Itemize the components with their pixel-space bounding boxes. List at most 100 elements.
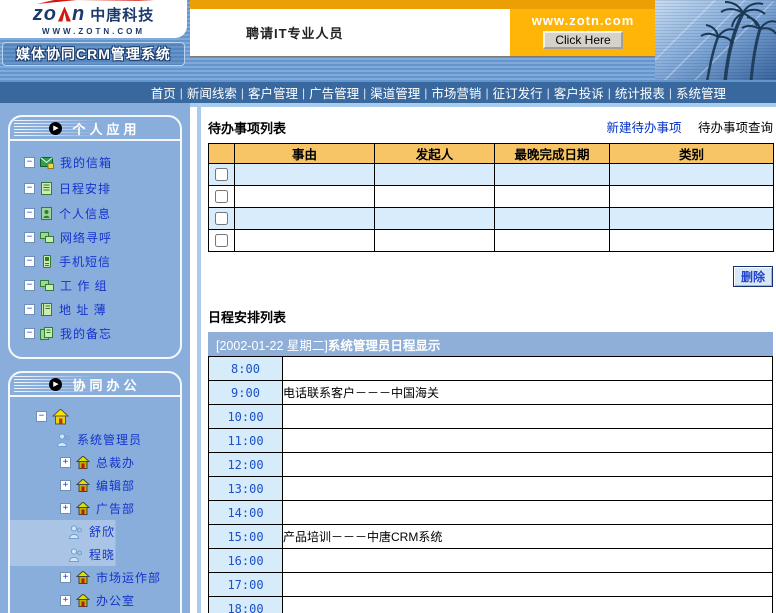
sidebar-item-profile[interactable]: − 个人信息 — [10, 201, 180, 225]
main-nav-bar: 首页| 新闻线索| 客户管理| 广告管理| 渠道管理| 市场营销| 征订发行| … — [0, 82, 776, 103]
home-icon — [52, 409, 69, 425]
column-header-initiator: 发起人 — [375, 144, 495, 164]
nav-item-home[interactable]: 首页 — [151, 83, 176, 102]
todo-row-checkbox[interactable] — [215, 168, 228, 181]
event-cell[interactable] — [283, 597, 773, 613]
brand-row: zon 中唐科技 — [33, 3, 154, 26]
collapse-minus-icon[interactable]: − — [24, 208, 35, 219]
todo-row-checkbox[interactable] — [215, 190, 228, 203]
time-cell: 13:00 — [209, 477, 283, 501]
sidebar-item-mailbox[interactable]: − 我的信箱 — [10, 149, 180, 175]
schedule-date-bar: [2002-01-22 星期二]系统管理员日程显示 — [208, 332, 773, 356]
expand-plus-icon[interactable]: + — [60, 457, 71, 468]
nav-item-ad-mgmt[interactable]: 广告管理 — [309, 83, 359, 102]
person-icon — [69, 548, 83, 562]
nav-item-marketing[interactable]: 市场营销 — [431, 83, 481, 102]
nav-item-subscription[interactable]: 征订发行 — [493, 83, 543, 102]
event-cell[interactable] — [283, 429, 773, 453]
ad-text: 聘请IT专业人员 — [246, 23, 344, 42]
todo-cell-initiator — [375, 208, 495, 230]
todo-row-checkbox[interactable] — [215, 212, 228, 225]
panel-office-title: 协同办公 — [72, 375, 140, 394]
nav-item-customer-mgmt[interactable]: 客户管理 — [248, 83, 298, 102]
tree-item-ad-dept[interactable]: + 广告部 — [10, 497, 180, 520]
collapse-minus-icon[interactable]: − — [36, 411, 47, 422]
sidebar-item-workgroup[interactable]: − 工 作 组 — [10, 273, 180, 297]
event-cell[interactable] — [283, 357, 773, 381]
panel-personal-apps: ▶ 个人应用 − 我的信箱 − 日程安排 − — [8, 115, 182, 359]
collapse-minus-icon[interactable]: − — [24, 183, 35, 194]
tree-item-user-chengxiao[interactable]: 程晓 — [10, 543, 180, 566]
house-icon — [76, 594, 90, 607]
todo-query-link[interactable]: 待办事项查询 — [698, 121, 773, 135]
nav-item-news-leads[interactable]: 新闻线索 — [187, 83, 237, 102]
tree-item-editorial-dept[interactable]: + 编辑部 — [10, 474, 180, 497]
collapse-minus-icon[interactable]: − — [24, 328, 35, 339]
column-header-deadline: 最晚完成日期 — [495, 144, 610, 164]
tree-item-general-office[interactable]: + 办公室 — [10, 589, 180, 612]
schedule-icon — [40, 182, 53, 195]
collapse-minus-icon[interactable]: − — [24, 232, 35, 243]
expand-plus-icon[interactable]: + — [60, 572, 71, 583]
click-here-button[interactable]: Click Here — [543, 31, 622, 49]
sidebar-item-schedule[interactable]: − 日程安排 — [10, 175, 180, 201]
event-cell[interactable] — [283, 501, 773, 525]
page-header: zon 中唐科技 WWW.ZOTN.COM 媒体协同CRM管理系统 聘请IT专业… — [0, 0, 776, 82]
todo-row — [209, 208, 774, 230]
event-cell[interactable] — [283, 405, 773, 429]
sidebar-item-sms[interactable]: − 手机短信 — [10, 249, 180, 273]
schedule-row: 16:00 — [209, 549, 773, 573]
panel-office-header[interactable]: ▶ 协同办公 — [10, 373, 180, 397]
tree-item-root[interactable]: − — [10, 405, 180, 428]
delete-button[interactable]: 删除 — [733, 266, 773, 287]
sidebar-item-address-book[interactable]: − 地 址 薄 — [10, 297, 180, 321]
event-cell[interactable] — [283, 573, 773, 597]
event-cell[interactable] — [283, 477, 773, 501]
expand-plus-icon[interactable]: + — [60, 595, 71, 606]
todo-cell-subject — [235, 164, 375, 186]
address-book-icon — [40, 303, 53, 316]
nav-item-system-mgmt[interactable]: 系统管理 — [676, 83, 726, 102]
event-cell[interactable]: 电话联系客户－－－中国海关 — [283, 381, 773, 405]
schedule-row: 18:00 — [209, 597, 773, 613]
event-cell[interactable] — [283, 453, 773, 477]
brand-text-prefix: zo — [33, 3, 57, 26]
time-cell: 10:00 — [209, 405, 283, 429]
sms-icon — [40, 255, 53, 268]
nav-item-channel-mgmt[interactable]: 渠道管理 — [370, 83, 420, 102]
company-logo[interactable]: zon 中唐科技 WWW.ZOTN.COM — [0, 0, 187, 38]
tree-item-sysadmin[interactable]: 系统管理员 — [10, 428, 180, 451]
tree-item-market-operations[interactable]: + 市场运作部 — [10, 566, 180, 589]
tree-item-user-shuxin[interactable]: 舒欣 — [10, 520, 180, 543]
expand-plus-icon[interactable]: + — [60, 480, 71, 491]
todo-cell-subject — [235, 208, 375, 230]
ad-banner[interactable]: 聘请IT专业人员 www.zotn.com Click Here — [190, 0, 656, 57]
main-content: 待办事项列表 新建待办事项 待办事项查询 事由 发起人 最晚完成日期 类别 — [190, 103, 776, 613]
nav-separator: | — [180, 86, 183, 100]
expand-plus-icon[interactable]: + — [60, 503, 71, 514]
sidebar-item-memo[interactable]: − 我的备忘 — [10, 321, 180, 345]
event-cell[interactable] — [283, 549, 773, 573]
schedule-row: 13:00 — [209, 477, 773, 501]
nav-item-reports[interactable]: 统计报表 — [615, 83, 665, 102]
column-header-category: 类别 — [610, 144, 774, 164]
todo-row — [209, 186, 774, 208]
collapse-minus-icon[interactable]: − — [24, 256, 35, 267]
event-cell[interactable]: 产品培训－－－中唐CRM系统 — [283, 525, 773, 549]
house-icon — [76, 571, 90, 584]
new-todo-link[interactable]: 新建待办事项 — [607, 121, 682, 135]
sidebar-item-web-pager[interactable]: − 网络寻呼 — [10, 225, 180, 249]
todo-cell-deadline — [495, 230, 610, 252]
todo-cell-category — [610, 164, 774, 186]
collapse-minus-icon[interactable]: − — [24, 280, 35, 291]
collapse-minus-icon[interactable]: − — [24, 304, 35, 315]
tree-item-ceo-office[interactable]: + 总裁办 — [10, 451, 180, 474]
todo-row-checkbox[interactable] — [215, 234, 228, 247]
panel-personal-header[interactable]: ▶ 个人应用 — [10, 117, 180, 141]
memo-icon — [40, 327, 54, 340]
person-icon — [57, 433, 71, 447]
schedule-row: 14:00 — [209, 501, 773, 525]
nav-item-complaints[interactable]: 客户投诉 — [554, 83, 604, 102]
house-icon — [76, 502, 90, 515]
collapse-minus-icon[interactable]: − — [24, 157, 35, 168]
